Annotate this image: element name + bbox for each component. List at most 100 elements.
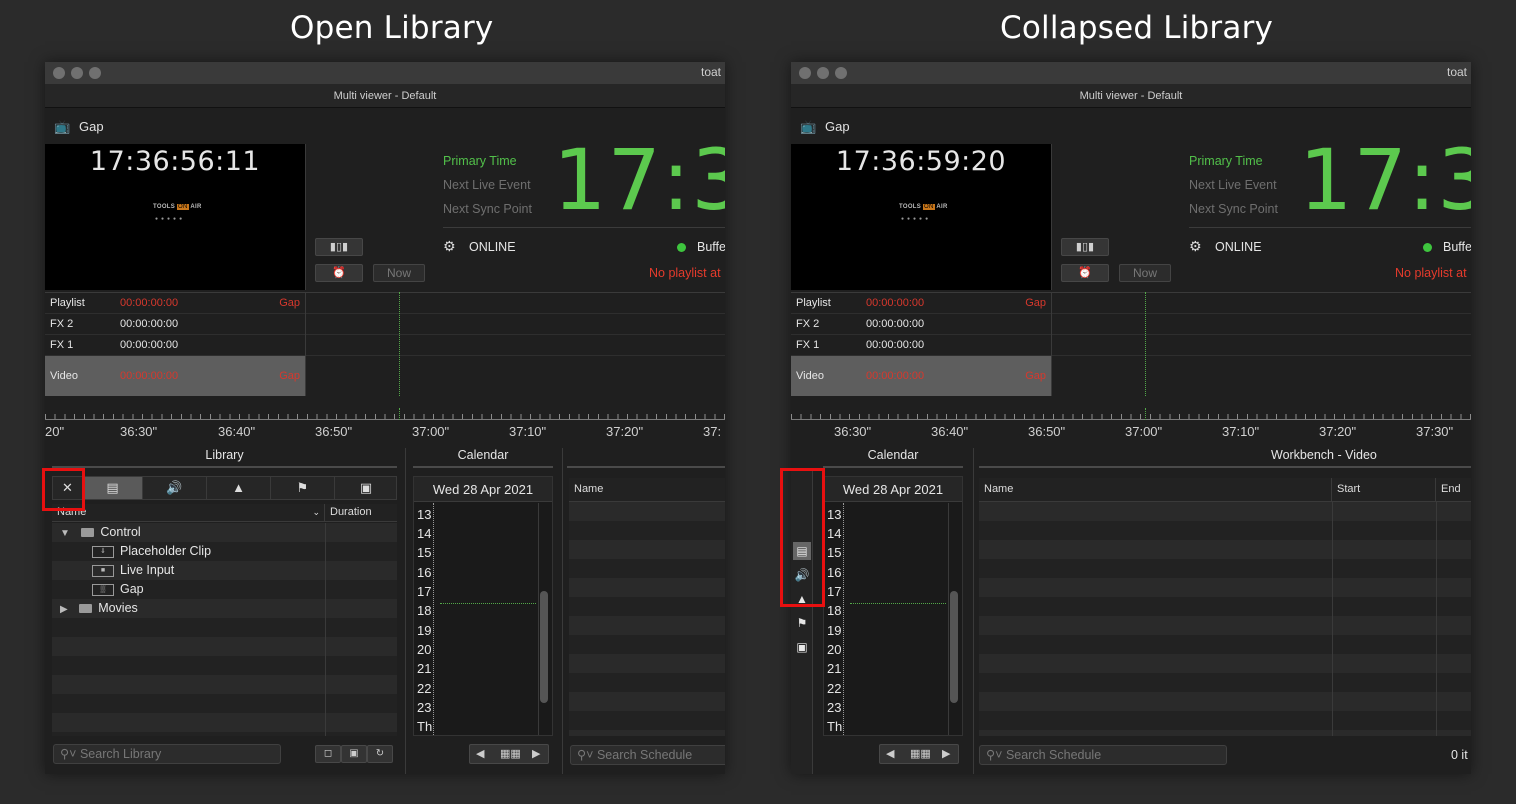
library-tab-bar: ✕ ▤ 🔊 ▲ ⚑ ▣ — [52, 476, 397, 500]
calendar-panel: Wed 28 Apr 2021 13 14 15 16 17 18 19 20 … — [823, 476, 963, 736]
close-window-button[interactable] — [799, 67, 811, 79]
track-fx2[interactable]: FX 2 00:00:00:00 — [45, 314, 305, 335]
divider — [1332, 502, 1333, 736]
track-fx1[interactable]: FX 1 00:00:00:00 — [45, 335, 305, 356]
track-tag: Gap — [1025, 370, 1046, 382]
tv-icon: 📺 — [54, 119, 71, 134]
timeline-ruler[interactable] — [791, 408, 1471, 420]
workbench-header: Name Start End — [979, 478, 1471, 502]
mountain-icon: ▲ — [232, 480, 245, 495]
library-clip-gap[interactable]: ▒ Gap — [92, 582, 144, 596]
ruler-label: 36:40" — [931, 424, 969, 439]
calendar-icon[interactable]: ▦▦ — [910, 747, 931, 760]
minimize-window-button[interactable] — [71, 67, 83, 79]
library-tab-events[interactable]: ⚑ — [793, 614, 811, 632]
calendar-date[interactable]: Wed 28 Apr 2021 — [414, 477, 552, 502]
highlight-collapsed-tabs — [780, 468, 825, 607]
col-name-label: Name — [984, 483, 1014, 495]
col-start-label: Start — [1337, 483, 1361, 495]
library-tab-audio[interactable]: 🔊 — [143, 477, 207, 499]
track-time: 00:00:00:00 — [120, 370, 179, 382]
divider — [1051, 292, 1052, 396]
zoom-window-button[interactable] — [835, 67, 847, 79]
library-col-duration[interactable]: Duration — [325, 504, 397, 522]
levels-button[interactable]: ▮▯▮ — [315, 238, 363, 256]
ruler-label: 37:30" — [1416, 424, 1454, 439]
logo-text-pre: TOOLS — [153, 204, 178, 210]
library-tab-windows[interactable]: ▣ — [335, 477, 397, 499]
library-search-placeholder: Search Library — [79, 747, 162, 761]
window-icon: ▣ — [359, 480, 373, 495]
calendar-nav: ◀ ▦▦ ▶ — [879, 744, 959, 764]
minimize-window-button[interactable] — [817, 67, 829, 79]
title-bar[interactable]: toat — [45, 62, 725, 84]
track-fx1[interactable]: FX 1 00:00:00:00 — [791, 335, 1051, 356]
calendar-date[interactable]: Wed 28 Apr 2021 — [824, 477, 962, 502]
library-tab-events[interactable]: ⚑ — [271, 477, 335, 499]
calendar-scrollbar[interactable] — [950, 591, 958, 703]
track-fx2[interactable]: FX 2 00:00:00:00 — [791, 314, 1051, 335]
schedule-search-input[interactable]: ⚲˅ Search Schedule — [570, 745, 725, 765]
calendar-now-line — [440, 603, 536, 604]
library-tab-video[interactable]: ▤ — [83, 477, 143, 499]
timeline-playhead[interactable] — [1145, 292, 1146, 396]
library-col-name[interactable]: Name ⌄ — [52, 504, 325, 522]
divider — [538, 503, 539, 735]
divider — [306, 334, 725, 335]
library-clip-live-input[interactable]: ■ Live Input — [92, 563, 174, 577]
levels-button[interactable]: ▮▯▮ — [1061, 238, 1109, 256]
next-day-button[interactable]: ▶ — [942, 747, 950, 760]
library-item-label: Live Input — [120, 563, 175, 577]
library-tab-windows[interactable]: ▣ — [793, 638, 811, 656]
chevron-down-icon: ⌄ — [312, 507, 320, 517]
preview-timecode: 17:36:56:11 — [89, 146, 261, 177]
alarm-button[interactable]: ⏰ — [1061, 264, 1109, 282]
timeline-ruler[interactable] — [45, 408, 725, 420]
library-folder-control[interactable]: ▼ Control — [60, 525, 141, 539]
workbench-col-name[interactable]: Name — [979, 478, 1332, 502]
track-video[interactable]: Video 00:00:00:00 Gap — [791, 356, 1051, 396]
library-fit-button[interactable]: ◻ — [315, 745, 341, 763]
timeline-playhead[interactable] — [399, 292, 400, 396]
next-day-button[interactable]: ▶ — [532, 747, 540, 760]
calendar-scrollbar[interactable] — [540, 591, 548, 703]
track-video[interactable]: Video 00:00:00:00 Gap — [45, 356, 305, 396]
ruler-playhead — [399, 408, 400, 420]
highlight-close-button — [42, 468, 85, 511]
library-thumbnail-button[interactable]: ▣ — [341, 745, 367, 763]
track-playlist[interactable]: Playlist 00:00:00:00 Gap — [791, 293, 1051, 314]
library-header: Name ⌄ Duration — [52, 504, 397, 522]
col-name-label: Name — [574, 483, 604, 495]
schedule-col-name[interactable]: Name — [569, 478, 603, 502]
title-bar[interactable]: toat — [791, 62, 1471, 84]
now-button[interactable]: Now — [373, 264, 425, 282]
workbench-col-start[interactable]: Start — [1332, 478, 1436, 502]
window-title: toat — [1447, 65, 1468, 79]
library-folder-movies[interactable]: ▶ Movies — [60, 601, 138, 615]
divider — [305, 292, 306, 396]
library-refresh-button[interactable]: ↻ — [367, 745, 393, 763]
track-name: Playlist — [796, 297, 831, 309]
speaker-icon: 🔊 — [166, 480, 183, 495]
ruler-label: 37:20" — [606, 424, 644, 439]
workbench-search-input[interactable]: ⚲˅ Search Schedule — [979, 745, 1227, 765]
divider — [1052, 355, 1471, 356]
window-collapsed-library: toat Multi viewer - Default 📺 Gap 17:36:… — [791, 62, 1471, 774]
library-clip-placeholder[interactable]: ⇓ Placeholder Clip — [92, 544, 211, 558]
view-title: Multi viewer - Default — [791, 84, 1471, 108]
zoom-window-button[interactable] — [89, 67, 101, 79]
library-search-input[interactable]: ⚲˅ Search Library — [53, 744, 281, 764]
library-item-label: Placeholder Clip — [120, 544, 212, 558]
gap-clip-icon: ▒ — [92, 583, 114, 596]
track-playlist[interactable]: Playlist 00:00:00:00 Gap — [45, 293, 305, 314]
previous-day-button[interactable]: ◀ — [886, 747, 894, 760]
previous-day-button[interactable]: ◀ — [476, 747, 484, 760]
calendar-icon[interactable]: ▦▦ — [500, 747, 521, 760]
library-tab-images[interactable]: ▲ — [207, 477, 271, 499]
close-window-button[interactable] — [53, 67, 65, 79]
now-button[interactable]: Now — [1119, 264, 1171, 282]
divider — [305, 144, 306, 290]
workbench-col-end[interactable]: End — [1436, 478, 1471, 502]
alarm-button[interactable]: ⏰ — [315, 264, 363, 282]
camera-icon: ■ — [92, 564, 114, 577]
